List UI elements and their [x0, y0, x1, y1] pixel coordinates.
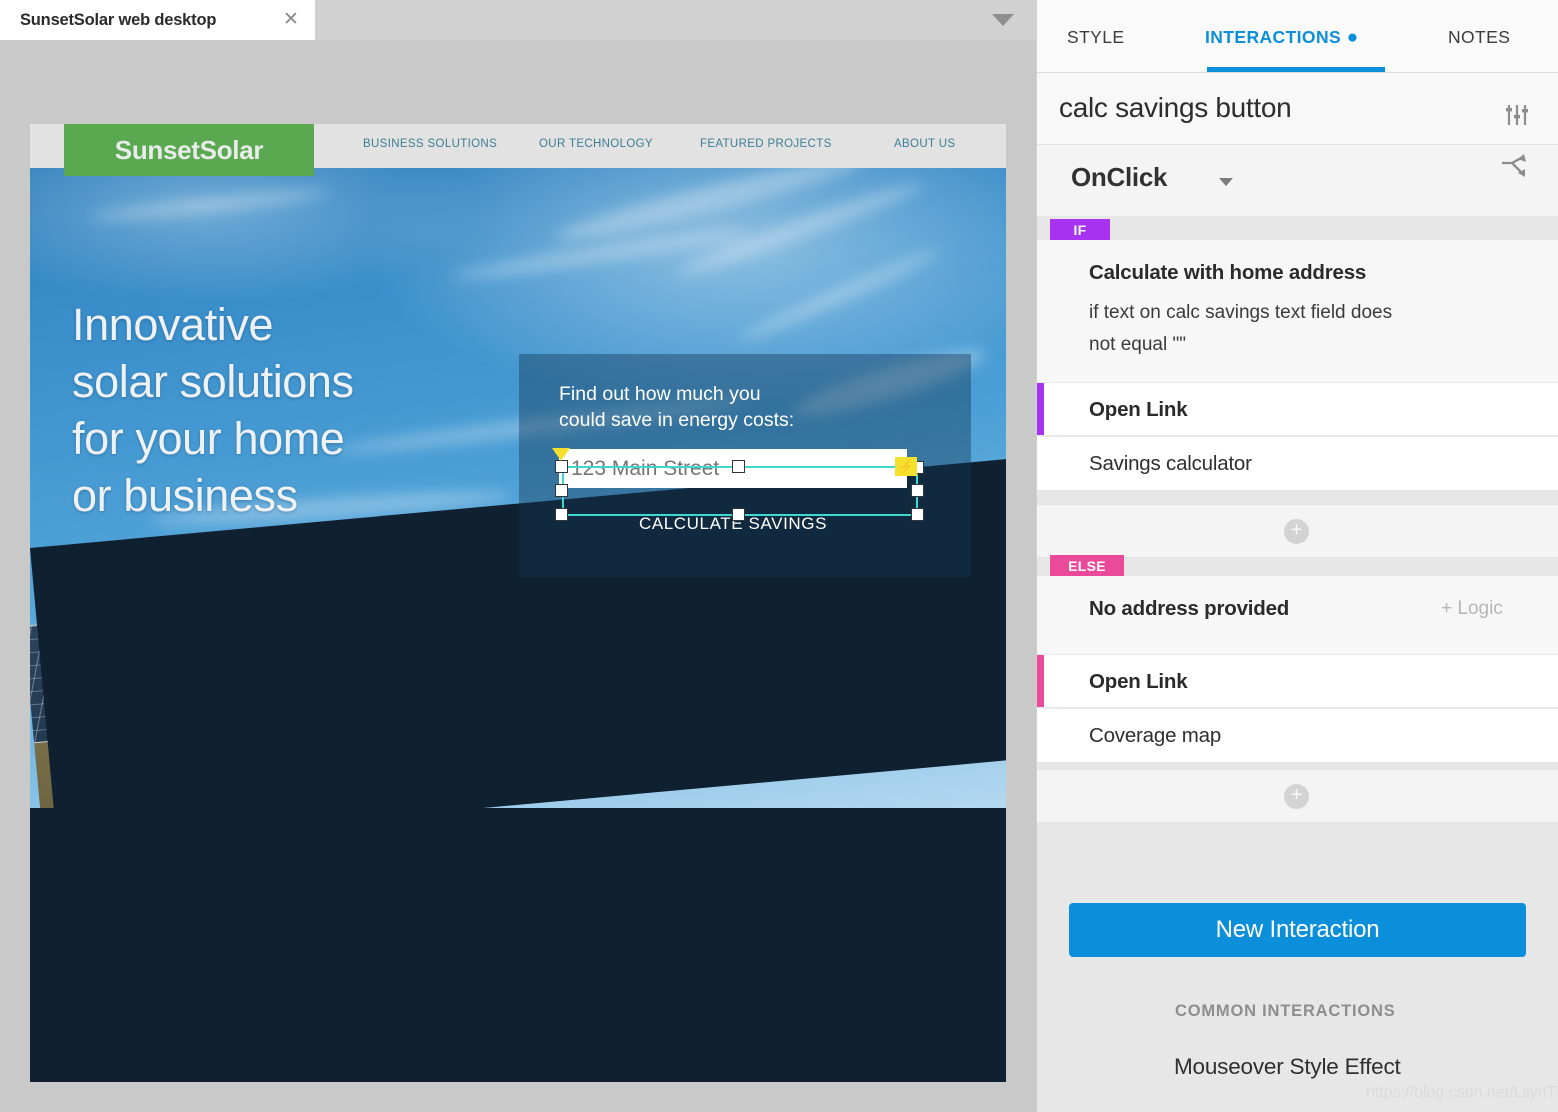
common-interaction-mouseover-style-effect[interactable]: Mouseover Style Effect	[1174, 1054, 1401, 1080]
resize-handle-s[interactable]	[732, 508, 745, 521]
tab-label: SunsetSolar web desktop	[20, 10, 217, 29]
plus-circle-icon[interactable]: +	[1284, 519, 1309, 544]
close-icon[interactable]: ✕	[281, 10, 301, 30]
action-accent-bar-if	[1037, 383, 1044, 435]
selected-object-header: calc savings button	[1037, 73, 1558, 145]
action-target-label-else: Coverage map	[1089, 724, 1222, 747]
plus-circle-icon[interactable]: +	[1284, 784, 1309, 809]
chevron-down-icon[interactable]	[1219, 178, 1233, 186]
nav-link-about-us[interactable]: ABOUT US	[894, 138, 955, 150]
add-action-row-else[interactable]: +	[1037, 769, 1558, 823]
action-accent-bar-else	[1037, 655, 1044, 707]
case-if-block: Calculate with home address if text on c…	[1037, 240, 1558, 382]
add-action-row-if[interactable]: +	[1037, 504, 1558, 558]
resize-handle-nw[interactable]	[555, 460, 568, 473]
new-interaction-button[interactable]: New Interaction	[1069, 903, 1526, 957]
tab-sunsetsolar-web-desktop[interactable]: SunsetSolar web desktop ✕	[0, 0, 315, 40]
event-name: OnClick	[1071, 162, 1168, 192]
case-if-condition[interactable]: if text on calc savings text field does …	[1089, 297, 1392, 361]
page-preview: BUSINESS SOLUTIONS OUR TECHNOLOGY FEATUR…	[30, 124, 1006, 1082]
hero-section: Innovative solar solutions for your home…	[30, 168, 1006, 808]
common-interactions-heading: COMMON INTERACTIONS	[1175, 1002, 1396, 1020]
add-logic-link[interactable]: + Logic	[1441, 598, 1503, 620]
badge-if: IF	[1050, 219, 1110, 240]
tab-notes[interactable]: NOTES	[1448, 27, 1510, 48]
app-window: SunsetSolar web desktop ✕ BUSINESS SOLUT…	[0, 0, 1558, 1112]
chevron-down-icon[interactable]	[992, 14, 1014, 26]
active-tab-underline	[1207, 67, 1385, 72]
case-else-title: No address provided	[1089, 597, 1290, 620]
resize-handle-sw[interactable]	[555, 508, 568, 521]
triangle-marker-icon[interactable]	[552, 448, 570, 461]
resize-handle-n[interactable]	[732, 460, 745, 473]
resize-handle-se[interactable]	[911, 508, 924, 521]
action-open-link-if[interactable]: Open Link	[1037, 382, 1558, 436]
nav-link-our-technology[interactable]: OUR TECHNOLOGY	[539, 138, 653, 150]
site-logo-text: SunsetSolar	[114, 134, 264, 165]
resize-handle-w[interactable]	[555, 484, 568, 497]
tab-interactions-label: INTERACTIONS	[1205, 27, 1342, 47]
action-name-if: Open Link	[1089, 398, 1188, 421]
tab-style[interactable]: STYLE	[1067, 27, 1124, 48]
site-logo[interactable]: SunsetSolar	[64, 124, 314, 176]
action-target-else[interactable]: Coverage map	[1037, 708, 1558, 762]
page-tabstrip: SunsetSolar web desktop ✕	[0, 0, 1036, 40]
resize-handle-e[interactable]	[911, 484, 924, 497]
action-target-if[interactable]: Savings calculator	[1037, 436, 1558, 490]
action-name-else: Open Link	[1089, 670, 1188, 693]
case-if-title: Calculate with home address	[1089, 261, 1367, 284]
badge-else: ELSE	[1050, 555, 1124, 576]
nav-link-business-solutions[interactable]: BUSINESS SOLUTIONS	[363, 138, 497, 150]
action-open-link-else[interactable]: Open Link	[1037, 654, 1558, 708]
design-canvas-area: SunsetSolar web desktop ✕ BUSINESS SOLUT…	[0, 0, 1036, 1112]
sliders-icon[interactable]	[1504, 103, 1530, 127]
action-target-label-if: Savings calculator	[1089, 452, 1252, 475]
selected-object-name: calc savings button	[1059, 92, 1292, 123]
calculator-prompt: Find out how much you could save in ener…	[559, 383, 795, 431]
hero-headline: Innovative solar solutions for your home…	[72, 299, 354, 521]
watermark: https://blog.csdn.net/LiiynTf	[1366, 1084, 1558, 1101]
lightning-bolt-icon[interactable]: ⚡	[895, 457, 917, 476]
case-else-block: No address provided + Logic	[1037, 576, 1558, 654]
nav-link-featured-projects[interactable]: FEATURED PROJECTS	[700, 138, 832, 150]
event-selector-row[interactable]: OnClick	[1037, 145, 1558, 216]
branch-arrows-icon[interactable]	[1500, 154, 1528, 180]
tab-interactions[interactable]: INTERACTIONS ●	[1205, 27, 1359, 49]
